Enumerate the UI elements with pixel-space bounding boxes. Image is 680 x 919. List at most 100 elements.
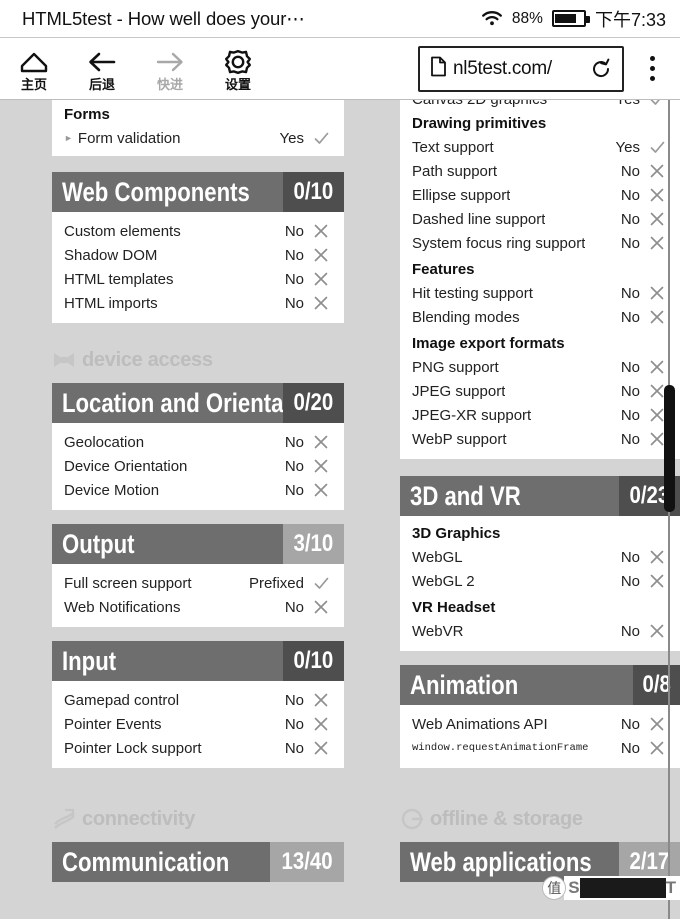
cross-icon xyxy=(646,549,668,565)
feature-name: System focus ring support xyxy=(412,234,586,252)
feature-name: WebP support xyxy=(412,430,507,448)
table-row[interactable]: ► Form validation Yes xyxy=(64,126,332,150)
table-row[interactable]: JPEG-XR support No xyxy=(412,403,668,427)
arrow-right-icon xyxy=(154,47,186,77)
settings-button[interactable]: 设置 xyxy=(204,47,272,91)
table-row[interactable]: HTML imports No xyxy=(64,291,332,315)
group-title: Drawing primitives xyxy=(412,115,547,132)
document-icon xyxy=(430,56,447,82)
section-label-offline-storage: offline & storage xyxy=(400,804,680,834)
cross-icon xyxy=(310,295,332,311)
table-row[interactable]: WebGL 2 No xyxy=(412,569,668,593)
table-row[interactable]: window.requestAnimationFrame No xyxy=(412,736,668,760)
table-row[interactable]: HTML templates No xyxy=(64,267,332,291)
card-title: Web Components xyxy=(62,176,250,207)
table-row[interactable]: WebP support No xyxy=(412,427,668,451)
cross-icon xyxy=(646,309,668,325)
battery-percent: 88% xyxy=(511,9,543,27)
card-header[interactable]: Animation 0/8 xyxy=(400,665,680,705)
feature-value: No xyxy=(620,548,640,566)
cross-icon xyxy=(310,692,332,708)
card-header[interactable]: Output 3/10 xyxy=(52,524,344,564)
table-row[interactable]: Pointer Events No xyxy=(64,712,332,736)
back-label: 后退 xyxy=(88,76,115,92)
table-row[interactable]: Gamepad control No xyxy=(64,688,332,712)
table-row[interactable]: PNG support No xyxy=(412,355,668,379)
page-title: HTML5test - How well does your⋯ xyxy=(22,7,305,29)
back-button[interactable]: 后退 xyxy=(68,47,136,91)
table-row[interactable]: Web Notifications No xyxy=(64,595,332,619)
forward-label: 快进 xyxy=(156,76,183,92)
card-score: 0/10 xyxy=(283,172,344,212)
check-icon xyxy=(646,100,668,108)
feature-value: No xyxy=(284,598,304,616)
check-icon xyxy=(310,575,332,592)
table-row[interactable]: Hit testing support No xyxy=(412,281,668,305)
device-access-icon xyxy=(52,348,76,372)
connectivity-icon xyxy=(52,807,76,831)
forward-button[interactable]: 快进 xyxy=(136,47,204,91)
cross-icon xyxy=(310,271,332,287)
feature-value: No xyxy=(620,186,640,204)
card-header[interactable]: Web Components 0/10 xyxy=(52,172,344,212)
feature-value: No xyxy=(620,739,640,757)
feature-name: WebGL xyxy=(412,548,463,566)
card-title: Web applications xyxy=(410,846,592,877)
table-row[interactable]: Text support Yes xyxy=(412,135,668,159)
reload-icon[interactable] xyxy=(590,58,612,80)
url-text: nl5test.com/ xyxy=(453,57,552,79)
table-row[interactable]: Canvas 2D graphics Yes xyxy=(412,100,668,109)
scrollbar-thumb[interactable] xyxy=(664,385,675,512)
card-title: Output xyxy=(62,528,135,559)
table-row[interactable]: Path support No xyxy=(412,159,668,183)
feature-name: Geolocation xyxy=(64,433,145,451)
card-title: Communication xyxy=(62,846,230,877)
card-body: 3D Graphics WebGL No WebGL 2 No VR Headset Web… xyxy=(400,516,680,651)
card-header[interactable]: Location and Orientation 0/20 xyxy=(52,383,344,423)
card-input: Input 0/10 Gamepad control No Pointer Even… xyxy=(52,641,344,768)
card-score: 3/10 xyxy=(283,524,344,564)
table-row[interactable]: Shadow DOM No xyxy=(64,243,332,267)
feature-value: No xyxy=(620,622,640,640)
home-icon xyxy=(19,47,49,77)
cross-icon xyxy=(310,247,332,263)
table-row[interactable]: Custom elements No xyxy=(64,219,332,243)
cross-icon xyxy=(310,599,332,615)
card-header[interactable]: Web applications 2/17 xyxy=(400,842,680,882)
feature-value: No xyxy=(620,406,640,424)
overflow-menu-icon[interactable] xyxy=(632,56,672,81)
card-score: 0/20 xyxy=(283,383,344,423)
table-row[interactable]: Blending modes No xyxy=(412,305,668,329)
feature-value: No xyxy=(284,433,304,451)
feature-name: Ellipse support xyxy=(412,186,511,204)
table-row[interactable]: WebGL No xyxy=(412,545,668,569)
card-header[interactable]: Communication 13/40 xyxy=(52,842,344,882)
feature-value: No xyxy=(284,246,304,264)
table-row[interactable]: Dashed line support No xyxy=(412,207,668,231)
table-row[interactable]: Geolocation No xyxy=(64,430,332,454)
card-header[interactable]: 3D and VR 0/23 xyxy=(400,476,680,516)
card-header[interactable]: Input 0/10 xyxy=(52,641,344,681)
cross-icon xyxy=(310,434,332,450)
home-button[interactable]: 主页 xyxy=(0,47,68,91)
card-title: Input xyxy=(62,645,117,676)
table-row[interactable]: Full screen support Prefixed xyxy=(64,571,332,595)
arrow-left-icon xyxy=(86,47,118,77)
table-row[interactable]: JPEG support No xyxy=(412,379,668,403)
table-row[interactable]: System focus ring support No xyxy=(412,231,668,255)
card-3d-vr: 3D and VR 0/23 3D Graphics WebGL No WebGL 2… xyxy=(400,476,680,651)
address-bar[interactable]: nl5test.com/ xyxy=(418,45,624,92)
forms-card: Forms ► Form validation Yes xyxy=(52,100,344,156)
table-row[interactable]: Web Animations API No xyxy=(412,712,668,736)
table-row[interactable]: Pointer Lock support No xyxy=(64,736,332,760)
table-row[interactable]: Ellipse support No xyxy=(412,183,668,207)
feature-name: Pointer Lock support xyxy=(64,739,202,757)
feature-value: No xyxy=(620,234,640,252)
card-communication: Communication 13/40 xyxy=(52,842,344,882)
table-row[interactable]: Device Orientation No xyxy=(64,454,332,478)
feature-name: Custom elements xyxy=(64,222,181,240)
table-row[interactable]: WebVR No xyxy=(412,619,668,643)
feature-value: No xyxy=(620,308,640,326)
cross-icon xyxy=(646,235,668,251)
table-row[interactable]: Device Motion No xyxy=(64,478,332,502)
